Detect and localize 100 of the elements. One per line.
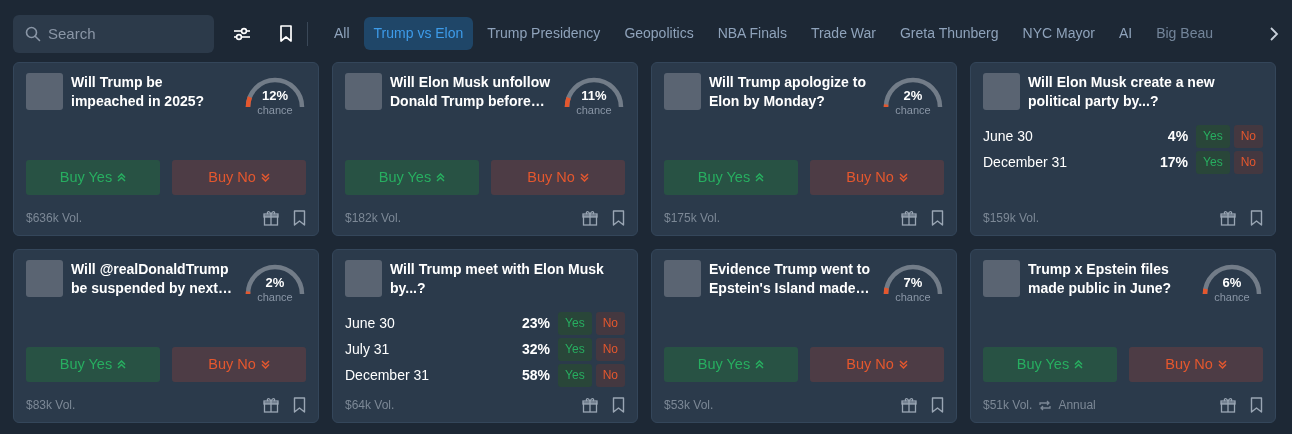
double-chevron-down-icon	[898, 172, 908, 182]
buy-no-button[interactable]: Buy No	[1129, 347, 1263, 382]
gift-icon[interactable]	[582, 210, 598, 226]
volume-text: $64k Vol.	[345, 397, 395, 414]
chance-value: 11%	[580, 89, 608, 103]
chevron-right-icon	[1269, 25, 1279, 42]
buy-yes-button[interactable]: Buy Yes	[664, 160, 798, 195]
category-tab[interactable]: Big Beau	[1146, 17, 1223, 50]
search-field[interactable]: Search	[13, 14, 214, 53]
yes-button[interactable]: Yes	[1196, 150, 1230, 174]
double-chevron-up-icon	[755, 359, 765, 369]
double-chevron-up-icon	[117, 359, 127, 369]
sliders-icon	[233, 25, 251, 42]
buy-yes-button[interactable]: Buy Yes	[664, 347, 798, 382]
chance-value: 2%	[264, 276, 286, 290]
buy-yes-button[interactable]: Buy Yes	[983, 347, 1117, 382]
no-button[interactable]: No	[595, 311, 625, 335]
gift-icon[interactable]	[1220, 397, 1236, 413]
category-tab[interactable]: Greta Thunberg	[890, 17, 1009, 50]
bookmark-icon[interactable]	[612, 210, 625, 226]
buy-no-button[interactable]: Buy No	[172, 347, 306, 382]
scroll-right-button[interactable]	[1269, 25, 1279, 42]
market-title[interactable]: Will Elon Musk unfollow Donald Trump before…	[390, 73, 555, 111]
double-chevron-up-icon	[436, 172, 446, 182]
category-tab[interactable]: Trade War	[800, 17, 886, 50]
outcome-label: December 31	[345, 365, 431, 385]
outcome-label: July 31	[345, 339, 391, 359]
category-tab[interactable]: All	[324, 17, 360, 50]
market-title[interactable]: Evidence Trump went to Epstein's Island made…	[709, 260, 874, 298]
volume-text: $636k Vol.	[26, 210, 83, 227]
volume-text: $51k Vol.	[983, 397, 1033, 414]
market-title[interactable]: Will Elon Musk create a new political party by...?	[1028, 73, 1263, 111]
photo-placeholder	[26, 260, 63, 297]
chance-label: chance	[256, 291, 294, 303]
category-tab[interactable]: Geopolitics	[614, 17, 704, 50]
bookmark-icon[interactable]	[293, 397, 306, 413]
market-title[interactable]: Will @realDonaldTrump be suspended by next…	[71, 260, 236, 298]
no-button[interactable]: No	[595, 337, 625, 361]
market-title[interactable]: Will Trump apologize to Elon by Monday?	[709, 73, 874, 111]
gift-icon[interactable]	[263, 210, 279, 226]
bookmark-button[interactable]	[279, 25, 293, 42]
outcome-chance: 17%	[1160, 152, 1189, 172]
filter-button[interactable]	[233, 25, 251, 42]
yes-button[interactable]: Yes	[558, 363, 592, 387]
photo-placeholder	[664, 73, 701, 110]
double-chevron-up-icon	[117, 172, 127, 182]
gift-icon[interactable]	[582, 397, 598, 413]
bookmark-icon[interactable]	[1250, 397, 1263, 413]
no-button[interactable]: No	[595, 363, 625, 387]
outcome-label: December 31	[983, 152, 1069, 172]
yes-button[interactable]: Yes	[558, 337, 592, 361]
market-title[interactable]: Will Trump be impeached in 2025?	[71, 73, 236, 111]
bookmark-icon[interactable]	[931, 397, 944, 413]
buy-yes-button[interactable]: Buy Yes	[345, 160, 479, 195]
buy-no-button[interactable]: Buy No	[810, 160, 944, 195]
gift-icon[interactable]	[1220, 210, 1236, 226]
photo-placeholder	[983, 73, 1020, 110]
no-button[interactable]: No	[1233, 150, 1263, 174]
volume-text: $53k Vol.	[664, 397, 714, 414]
repeat-icon	[1038, 398, 1053, 412]
buy-yes-button[interactable]: Buy Yes	[26, 160, 160, 195]
yes-button[interactable]: Yes	[1196, 124, 1230, 148]
market-title[interactable]: Will Trump meet with Elon Musk by...?	[390, 260, 625, 298]
chance-value: 7%	[902, 276, 924, 290]
bookmark-icon	[279, 25, 293, 42]
photo-placeholder	[345, 73, 382, 110]
buy-yes-button[interactable]: Buy Yes	[26, 347, 160, 382]
market-title[interactable]: Trump x Epstein files made public in June?	[1028, 260, 1193, 298]
buy-no-button[interactable]: Buy No	[172, 160, 306, 195]
category-tab[interactable]: NBA Finals	[707, 17, 797, 50]
buy-no-button[interactable]: Buy No	[491, 160, 625, 195]
volume-text: $159k Vol.	[983, 210, 1040, 227]
category-tab[interactable]: Trump Presidency	[477, 17, 611, 50]
gift-icon[interactable]	[263, 397, 279, 413]
chance-label: chance	[575, 104, 613, 116]
outcome-label: June 30	[983, 126, 1034, 146]
bookmark-icon[interactable]	[1250, 210, 1263, 226]
gift-icon[interactable]	[901, 397, 917, 413]
bookmark-icon[interactable]	[293, 210, 306, 226]
category-tab[interactable]: Trump vs Elon	[363, 17, 474, 50]
volume-text: $182k Vol.	[345, 210, 402, 227]
volume-text: $175k Vol.	[664, 210, 721, 227]
bookmark-icon[interactable]	[612, 397, 625, 413]
outcome-label: June 30	[345, 313, 396, 333]
yes-button[interactable]: Yes	[558, 311, 592, 335]
double-chevron-down-icon	[579, 172, 589, 182]
photo-placeholder	[26, 73, 63, 110]
buy-no-button[interactable]: Buy No	[810, 347, 944, 382]
chance-label: chance	[256, 104, 294, 116]
no-button[interactable]: No	[1233, 124, 1263, 148]
double-chevron-down-icon	[260, 359, 270, 369]
bookmark-icon[interactable]	[931, 210, 944, 226]
chance-value: 6%	[1221, 276, 1243, 290]
category-tab[interactable]: AI	[1108, 17, 1143, 50]
category-tab[interactable]: NYC Mayor	[1012, 17, 1105, 50]
double-chevron-up-icon	[1074, 359, 1084, 369]
gift-icon[interactable]	[901, 210, 917, 226]
volume-text: $83k Vol.	[26, 397, 76, 414]
outcome-chance: 23%	[522, 313, 551, 333]
double-chevron-down-icon	[898, 359, 908, 369]
